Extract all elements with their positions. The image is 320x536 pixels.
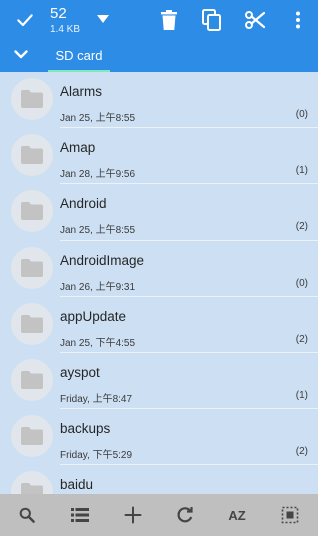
folder-icon bbox=[11, 302, 53, 345]
file-name: Amap bbox=[60, 140, 96, 156]
list-item[interactable]: backups Friday, 下午5:29 (2) bbox=[0, 409, 318, 466]
selected-count: 52 bbox=[50, 5, 67, 22]
item-count: (1) bbox=[295, 389, 308, 401]
file-name: appUpdate bbox=[60, 308, 127, 324]
file-name: AndroidImage bbox=[60, 252, 145, 268]
folder-icon bbox=[11, 78, 53, 120]
copy-icon[interactable] bbox=[199, 7, 225, 33]
item-count: (2) bbox=[295, 446, 308, 458]
file-date: Friday, 上午8:47 bbox=[60, 393, 133, 405]
file-name: backups bbox=[60, 421, 111, 437]
add-icon[interactable] bbox=[120, 502, 146, 528]
trash-icon[interactable] bbox=[156, 7, 182, 33]
check-icon[interactable] bbox=[10, 8, 40, 32]
file-name: Android bbox=[60, 196, 107, 212]
path-tab-sd-card[interactable]: SD card bbox=[48, 46, 110, 72]
list-view-icon[interactable] bbox=[67, 502, 93, 528]
action-bar: 52 1.4 KB SD card bbox=[0, 0, 318, 72]
folder-icon bbox=[11, 134, 53, 177]
file-date: Jan 25, 下午4:55 bbox=[60, 337, 136, 349]
file-name: ayspot bbox=[60, 364, 100, 380]
folder-icon bbox=[11, 246, 53, 289]
list-item[interactable]: baidu bbox=[0, 465, 318, 494]
scissors-icon[interactable] bbox=[242, 7, 268, 33]
bottom-toolbar: AZ bbox=[0, 494, 318, 536]
chevron-down-icon[interactable] bbox=[12, 47, 30, 61]
file-date: Jan 25, 上午8:55 bbox=[60, 225, 136, 237]
file-name: baidu bbox=[60, 477, 94, 493]
file-date: Jan 25, 上午8:55 bbox=[60, 113, 136, 124]
select-all-icon[interactable] bbox=[277, 502, 303, 528]
list-item[interactable]: ayspot Friday, 上午8:47 (1) bbox=[0, 353, 318, 410]
folder-icon bbox=[11, 358, 53, 401]
search-icon[interactable] bbox=[14, 502, 40, 528]
file-date: Jan 28, 上午9:56 bbox=[60, 169, 136, 181]
list-item[interactable]: AndroidImage Jan 26, 上午9:31 (0) bbox=[0, 241, 318, 297]
file-list: Alarms Jan 25, 上午8:55 (0) Amap Jan 28, 上… bbox=[0, 72, 318, 494]
folder-icon bbox=[11, 471, 53, 494]
folder-icon bbox=[11, 190, 53, 233]
dropdown-arrow-icon[interactable] bbox=[96, 12, 110, 26]
more-vert-icon[interactable] bbox=[285, 7, 311, 33]
list-item[interactable]: Alarms Jan 25, 上午8:55 (0) bbox=[0, 72, 318, 129]
sort-az-icon[interactable]: AZ bbox=[224, 502, 250, 528]
item-count: (2) bbox=[295, 333, 308, 345]
file-date: Jan 26, 上午9:31 bbox=[60, 281, 136, 293]
selected-size: 1.4 KB bbox=[50, 24, 81, 35]
item-count: (1) bbox=[295, 165, 308, 177]
list-item[interactable]: appUpdate Jan 25, 下午4:55 (2) bbox=[0, 297, 318, 353]
item-count: (0) bbox=[295, 277, 308, 289]
refresh-icon[interactable] bbox=[172, 502, 198, 528]
file-date: Friday, 下午5:29 bbox=[60, 450, 133, 462]
item-count: (2) bbox=[295, 221, 308, 233]
list-item[interactable]: Amap Jan 28, 上午9:56 (1) bbox=[0, 128, 318, 185]
item-count: (0) bbox=[295, 109, 308, 120]
path-tab-label: SD card bbox=[55, 48, 103, 63]
folder-icon bbox=[11, 415, 53, 458]
file-name: Alarms bbox=[60, 84, 103, 99]
list-item[interactable]: Android Jan 25, 上午8:55 (2) bbox=[0, 184, 318, 241]
